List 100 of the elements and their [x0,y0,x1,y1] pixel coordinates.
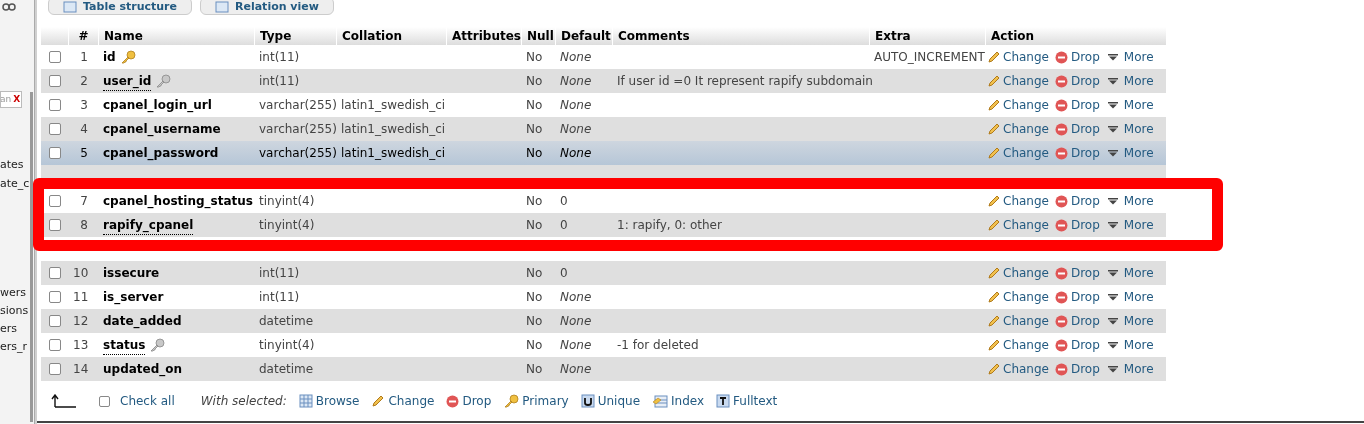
field-type: datetime [259,362,314,376]
sidebar-item[interactable]: wers [0,285,27,303]
field-default: 0 [560,194,568,208]
table-row[interactable]: 12 date_added datetime No None Change Drop More [41,309,1166,333]
field-default: None [560,74,592,88]
row-number: 1 [79,49,89,66]
table-row[interactable]: 8 rapify_cpanel tinyint(4) No 0 1: rapify, 0: other Change Drop More [41,213,1166,237]
change-link[interactable]: Change [987,312,1049,330]
field-name: status [103,335,146,355]
change-link[interactable]: Change [987,48,1049,66]
more-link[interactable]: More [1107,312,1154,330]
bulk-action-link[interactable]: Browse [298,392,360,410]
clear-button[interactable]: X [13,92,21,107]
bulk-action-link[interactable]: Fulltext [716,392,778,410]
field-type: tinyint(4) [259,218,315,232]
field-name: cpanel_username [103,121,221,138]
bulk-action-link[interactable]: Primary [503,392,569,410]
sidebar-item[interactable]: ates [0,157,24,176]
field-default: None [560,98,592,112]
row-number: 8 [79,217,89,234]
change-link[interactable]: Change [987,192,1049,210]
more-link[interactable]: More [1107,360,1154,378]
change-link[interactable]: Change [987,120,1049,138]
row-number: 11 [73,289,90,306]
drop-link[interactable]: Drop [1054,288,1100,306]
field-null: No [526,146,543,160]
bulk-action-link[interactable]: Drop [446,392,492,410]
drop-link[interactable]: Drop [1054,48,1100,66]
change-link[interactable]: Change [987,288,1049,306]
drop-link[interactable]: Drop [1054,144,1100,162]
table-row[interactable]: 4 cpanel_username varchar(255) latin1_swedish_ci No None Change Drop More [41,117,1166,141]
field-name: cpanel_hosting_status [103,193,253,210]
more-link[interactable]: More [1107,96,1154,114]
row-number: 5 [79,145,89,162]
table-row[interactable]: 14 updated_on datetime No None Change Drop More [41,357,1166,381]
more-link[interactable]: More [1107,288,1154,306]
sidebar-item[interactable]: ers [0,321,18,339]
change-link[interactable]: Change [987,336,1049,354]
field-collation: latin1_swedish_ci [341,146,446,160]
change-link[interactable]: Change [987,144,1049,162]
table-row[interactable]: 5 cpanel_password varchar(255) latin1_swedish_ci No None Change Drop More [41,141,1166,165]
more-link[interactable]: More [1107,120,1154,138]
field-null: No [526,314,543,328]
field-type: varchar(255) [259,98,337,112]
field-collation: latin1_swedish_ci [341,98,446,112]
field-type: tinyint(4) [259,194,315,208]
change-link[interactable]: Change [987,72,1049,90]
more-link[interactable]: More [1107,216,1154,234]
sidebar-item[interactable]: ate_c [0,176,30,195]
table-row[interactable]: 2 user_id int(11) No None If user id =0 It represent rapify subdomain Change Drop More [41,69,1166,93]
drop-link[interactable]: Drop [1054,72,1100,90]
drop-link[interactable]: Drop [1054,360,1100,378]
more-link[interactable]: More [1107,144,1154,162]
more-link[interactable]: More [1107,264,1154,282]
field-type: int(11) [259,50,300,64]
sidebar-item[interactable]: ers_r [0,339,28,357]
with-selected-label: With selected: [200,393,287,410]
change-link[interactable]: Change [987,216,1049,234]
sidebar-item[interactable]: sions [0,303,29,321]
field-comment: If user id =0 It represent rapify subdomain [617,74,873,88]
row-number: 14 [73,361,90,378]
field-name: updated_on [103,361,183,378]
field-null: No [526,50,543,64]
more-link[interactable]: More [1107,192,1154,210]
table-row[interactable]: 10 issecure int(11) No 0 Change Drop More [41,261,1166,285]
drop-link[interactable]: Drop [1054,264,1100,282]
drop-link[interactable]: Drop [1054,312,1100,330]
field-default: 0 [560,266,568,280]
row-number: 3 [79,97,89,114]
bulk-action-link[interactable]: Unique [580,392,640,410]
row-number: 2 [79,73,89,90]
more-link[interactable]: More [1107,72,1154,90]
field-type: varchar(255) [259,146,337,160]
row-number: 12 [73,313,90,330]
change-link[interactable]: Change [987,96,1049,114]
more-link[interactable]: More [1107,48,1154,66]
more-link[interactable]: More [1107,336,1154,354]
drop-link[interactable]: Drop [1054,120,1100,138]
drop-link[interactable]: Drop [1054,336,1100,354]
bulk-action-link[interactable]: Change [371,392,435,410]
drop-link[interactable]: Drop [1054,192,1100,210]
change-link[interactable]: Change [987,360,1049,378]
field-null: No [526,266,543,280]
field-type: int(11) [259,74,300,88]
change-link[interactable]: Change [987,264,1049,282]
field-default: 0 [560,218,568,232]
field-null: No [526,290,543,304]
field-null: No [526,122,543,136]
drop-link[interactable]: Drop [1054,96,1100,114]
field-null: No [526,218,543,232]
field-name: rapify_cpanel [103,215,194,235]
field-name: date_added [103,313,182,330]
bulk-action-link[interactable]: Index [652,392,705,410]
field-name: is_server [103,289,164,306]
row-number: 10 [73,265,90,282]
drop-link[interactable]: Drop [1054,216,1100,234]
filter-field[interactable]: an X [0,91,22,108]
tab[interactable]: Table structure [48,0,192,15]
tab[interactable]: Relation view [200,0,334,15]
check-all-link[interactable]: Check all [120,392,175,410]
